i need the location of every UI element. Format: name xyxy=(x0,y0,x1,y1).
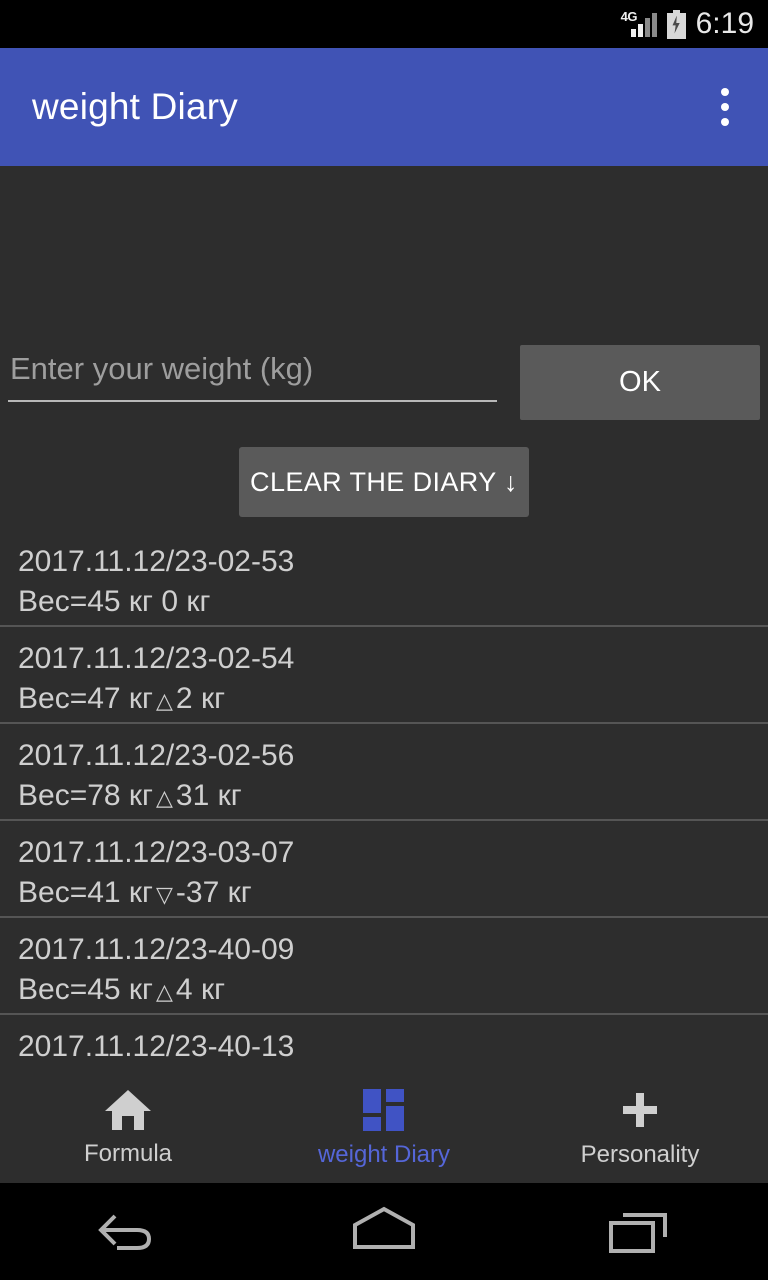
diary-row-timestamp: 2017.11.12/23-40-13 xyxy=(18,1030,295,1063)
nav-label-formula: Formula xyxy=(83,1140,173,1167)
delta-up-icon: △ xyxy=(156,785,173,810)
bottom-navigation: Formula weight Diary Personality xyxy=(0,1075,768,1183)
dashboard-grid-icon xyxy=(361,1089,407,1131)
overflow-menu-icon[interactable] xyxy=(702,81,748,133)
app-bar: weight Diary xyxy=(0,48,768,166)
nav-item-personality[interactable]: Personality xyxy=(512,1089,768,1169)
status-bar-clock: 6:19 xyxy=(695,7,754,40)
home-icon-door xyxy=(122,1116,134,1130)
diary-row[interactable]: 2017.11.12/23-40-13 xyxy=(0,1015,768,1075)
signal-bars xyxy=(630,13,657,37)
diary-row-weight-value: Вес=45 кг xyxy=(18,585,153,618)
diary-row-weight: Вес=45 кг 0 кг xyxy=(18,582,768,622)
home-icon xyxy=(105,1090,151,1130)
diary-row-timestamp: 2017.11.12/23-02-53 xyxy=(18,545,295,578)
plus-icon-vertical xyxy=(636,1093,644,1127)
signal-bar-3 xyxy=(644,18,650,37)
dashboard-tile-top-left xyxy=(363,1089,381,1113)
weight-input[interactable] xyxy=(8,345,497,402)
signal-bars-icon: 4G xyxy=(621,9,657,39)
diary-list[interactable]: 2017.11.12/23-02-53 Вес=45 кг 0 кг 2017.11… xyxy=(0,530,768,1075)
clear-diary-button[interactable]: CLEAR THE DIARY ↓ xyxy=(239,447,529,517)
back-button[interactable] xyxy=(0,1183,256,1280)
signal-bar-4 xyxy=(651,13,657,37)
overflow-dot-3 xyxy=(721,118,729,126)
status-bar: 4G 6:19 xyxy=(0,0,768,48)
nav-item-weight-diary[interactable]: weight Diary xyxy=(256,1089,512,1169)
dashboard-tile-bottom-right xyxy=(386,1106,404,1131)
back-arrow-icon xyxy=(98,1214,152,1250)
diary-row-weight: Вес=41 кг ▽ -37 кг xyxy=(18,873,768,915)
diary-row-delta: 4 кг xyxy=(175,973,226,1006)
weight-entry-row: OK xyxy=(0,345,768,420)
page-title: weight Diary xyxy=(32,86,238,127)
diary-row-weight-value: Вес=45 кг xyxy=(18,973,153,1006)
nav-label-personality: Personality xyxy=(580,1141,700,1168)
phone-screen: 4G 6:19 weight Diary Enter your weight (… xyxy=(0,0,768,1280)
diary-row[interactable]: 2017.11.12/23-02-53 Вес=45 кг 0 кг xyxy=(0,530,768,627)
dashboard-tile-bottom-left xyxy=(363,1117,381,1131)
diary-row-timestamp: 2017.11.12/23-02-56 xyxy=(18,739,295,772)
nav-item-formula[interactable]: Formula xyxy=(0,1090,256,1168)
status-bar-icons: 4G 6:19 xyxy=(621,9,754,39)
delta-up-icon: △ xyxy=(156,688,173,713)
diary-row-weight-value: Вес=41 кг xyxy=(18,876,153,909)
overflow-dot-1 xyxy=(721,88,729,96)
recent-apps-icon xyxy=(609,1212,667,1253)
diary-row-weight: Вес=47 кг △ 2 кг xyxy=(18,679,768,721)
home-icon-roof xyxy=(105,1090,151,1111)
diary-row-delta: 2 кг xyxy=(175,682,226,715)
diary-row-timestamp: 2017.11.12/23-02-54 xyxy=(18,642,295,675)
android-navigation-bar xyxy=(0,1183,768,1280)
plus-icon xyxy=(619,1089,661,1131)
overflow-dot-2 xyxy=(721,103,729,111)
delta-down-icon: ▽ xyxy=(156,882,173,907)
diary-row[interactable]: 2017.11.12/23-40-09 Вес=45 кг △ 4 кг xyxy=(0,918,768,1015)
diary-row-delta: -37 кг xyxy=(175,876,252,909)
diary-row[interactable]: 2017.11.12/23-02-56 Вес=78 кг △ 31 кг xyxy=(0,724,768,821)
diary-row[interactable]: 2017.11.12/23-03-07 Вес=41 кг ▽ -37 кг xyxy=(0,821,768,918)
diary-row-weight: Вес=78 кг △ 31 кг xyxy=(18,776,768,818)
home-button[interactable] xyxy=(256,1183,512,1280)
ok-button[interactable]: OK xyxy=(520,345,760,420)
recents-button[interactable] xyxy=(512,1183,768,1280)
battery-charging-icon xyxy=(666,9,686,39)
delta-up-icon: △ xyxy=(156,979,173,1004)
diary-row-delta: 0 кг xyxy=(161,585,211,618)
diary-row[interactable]: 2017.11.12/23-02-54 Вес=47 кг △ 2 кг xyxy=(0,627,768,724)
home-pentagon-icon xyxy=(353,1206,415,1249)
diary-row-weight-value: Вес=78 кг xyxy=(18,779,153,812)
signal-bar-2 xyxy=(637,24,643,37)
diary-row-weight-value: Вес=47 кг xyxy=(18,682,153,715)
signal-bar-1 xyxy=(630,29,636,37)
diary-row-timestamp: 2017.11.12/23-03-07 xyxy=(18,836,295,869)
diary-row-delta: 31 кг xyxy=(175,779,242,812)
diary-row-timestamp: 2017.11.12/23-40-09 xyxy=(18,933,295,966)
diary-row-weight: Вес=45 кг △ 4 кг xyxy=(18,970,768,1012)
nav-label-weight-diary: weight Diary xyxy=(317,1141,451,1168)
dashboard-tile-top-right xyxy=(386,1089,404,1102)
